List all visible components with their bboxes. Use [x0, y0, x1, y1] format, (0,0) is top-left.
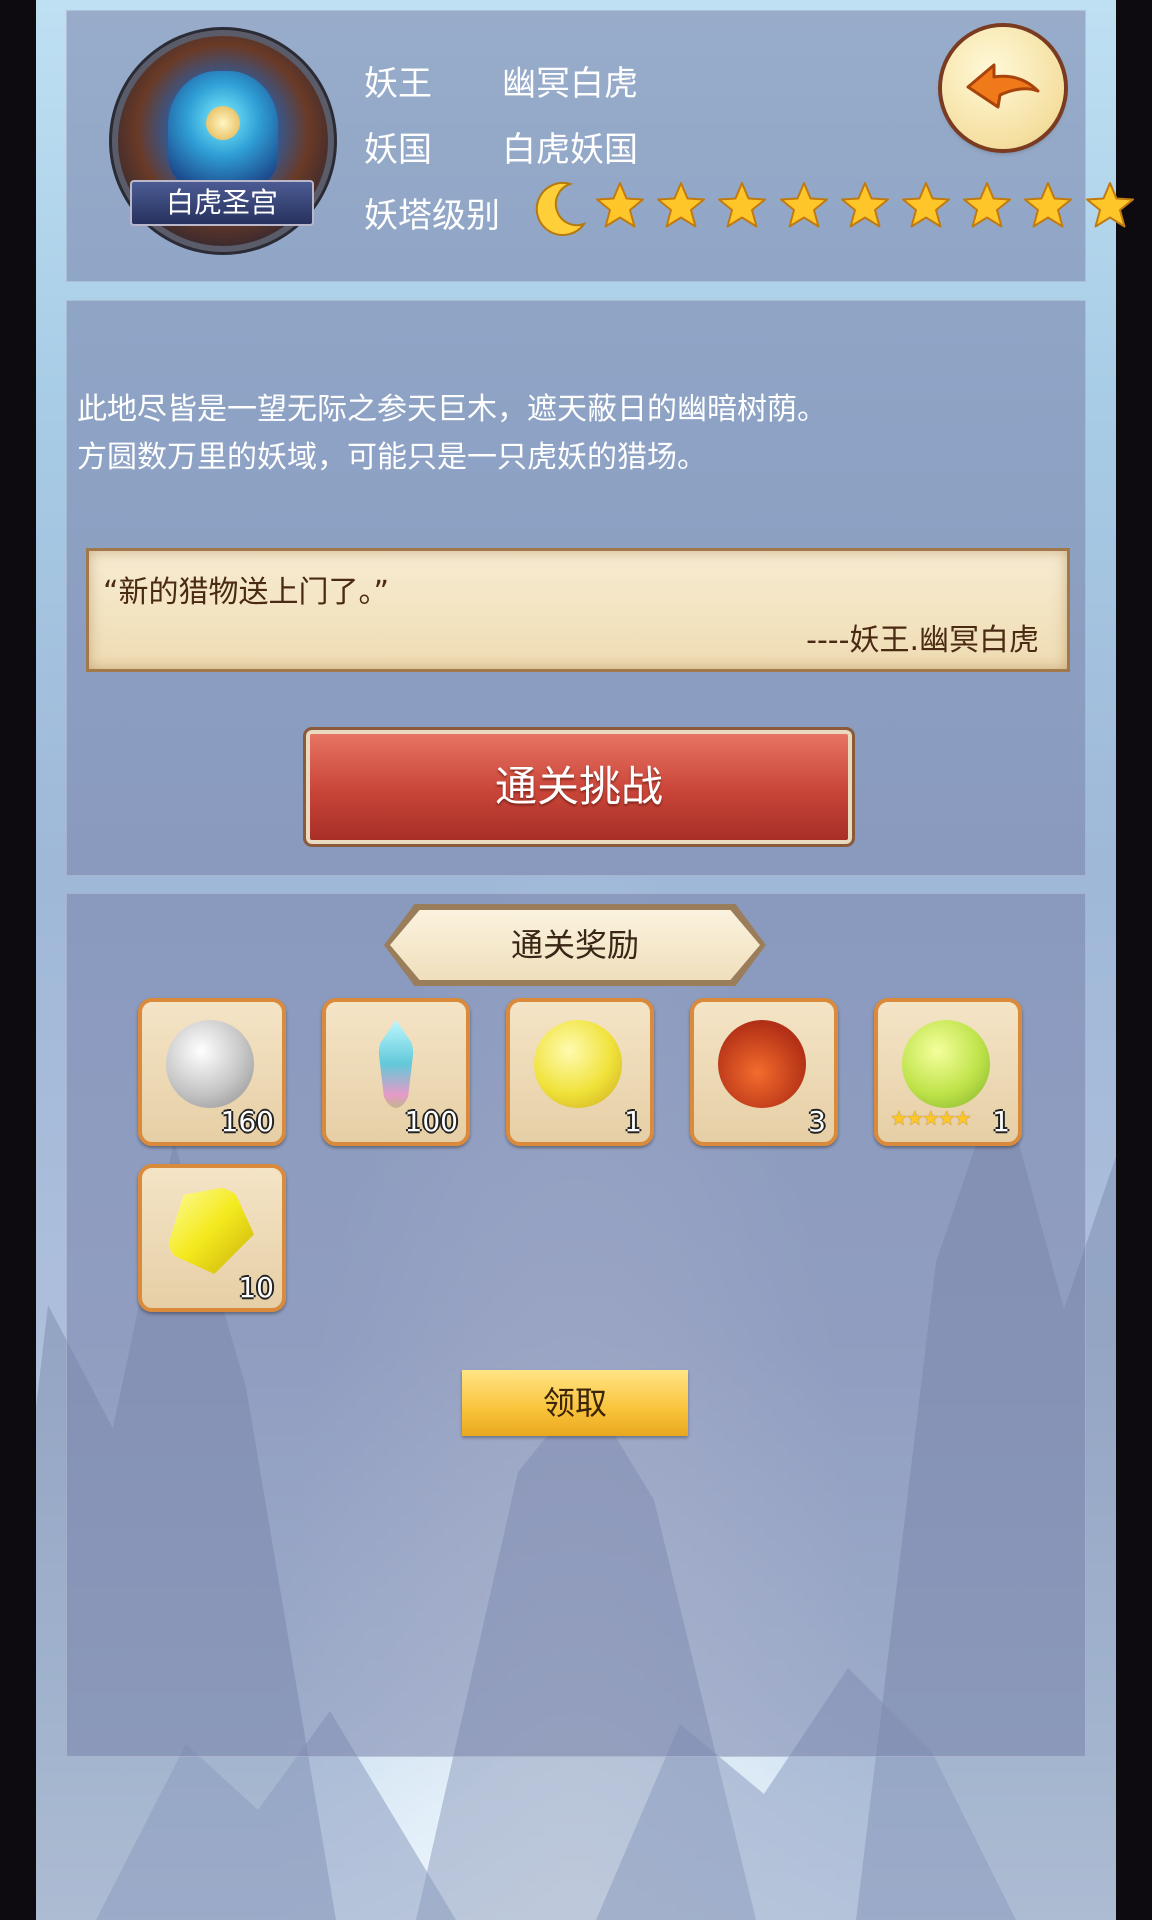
star-icon [839, 180, 891, 232]
wine-gourd-icon [718, 1020, 806, 1108]
nation-value: 白虎妖国 [502, 130, 638, 170]
golden-orb-icon [534, 1020, 622, 1108]
star-icon [716, 180, 768, 232]
reward-count: 100 [404, 1105, 458, 1138]
quote-text: “新的猎物送上门了。” [103, 575, 390, 610]
emblem-label: 白虎圣宫 [130, 180, 314, 226]
reward-count: 160 [220, 1105, 274, 1138]
star-icon [778, 180, 830, 232]
quote-attribution: ----妖王.幽冥白虎 [806, 623, 1039, 658]
star-icon [594, 180, 646, 232]
reward-count: 3 [808, 1105, 826, 1138]
description-line-2: 方圆数万里的妖域，可能只是一只虎妖的猎场。 [77, 440, 707, 475]
description-line-1: 此地尽皆是一望无际之参天巨木，遮天蔽日的幽暗树荫。 [77, 392, 827, 427]
reward-slot[interactable]: 160 [138, 998, 286, 1146]
reward-count: 10 [238, 1271, 274, 1304]
tower-level-label: 妖塔级别 [364, 196, 500, 236]
back-arrow-icon [966, 63, 1040, 109]
king-value: 幽冥白虎 [502, 64, 638, 104]
moon-icon [532, 180, 588, 236]
rewards-title: 通关奖励 [390, 910, 760, 980]
rarity-stars: ★★★★★ [890, 1106, 972, 1130]
reward-slot[interactable]: 10 [138, 1164, 286, 1312]
star-icon [1084, 180, 1136, 232]
gem-icon [206, 106, 240, 140]
nation-label: 妖国 [364, 130, 432, 170]
yellow-crystal-icon [166, 1186, 254, 1274]
star-icon [961, 180, 1013, 232]
reward-slot[interactable]: 1 [506, 998, 654, 1146]
silver-orb-icon [166, 1020, 254, 1108]
green-orb-icon [902, 1020, 990, 1108]
reward-slot[interactable]: 3 [690, 998, 838, 1146]
reward-count: 1 [624, 1105, 642, 1138]
reward-count: 1 [992, 1105, 1010, 1138]
king-label: 妖王 [364, 64, 432, 104]
jade-sword-icon [378, 1020, 414, 1108]
quote-box: “新的猎物送上门了。” ----妖王.幽冥白虎 [86, 548, 1070, 672]
star-icon [655, 180, 707, 232]
back-button[interactable] [942, 27, 1064, 149]
challenge-button[interactable]: 通关挑战 [303, 727, 855, 847]
star-icon [1022, 180, 1074, 232]
star-icon [900, 180, 952, 232]
claim-button[interactable]: 领取 [462, 1370, 688, 1436]
reward-slot[interactable]: ★★★★★ 1 [874, 998, 1022, 1146]
reward-slot[interactable]: 100 [322, 998, 470, 1146]
